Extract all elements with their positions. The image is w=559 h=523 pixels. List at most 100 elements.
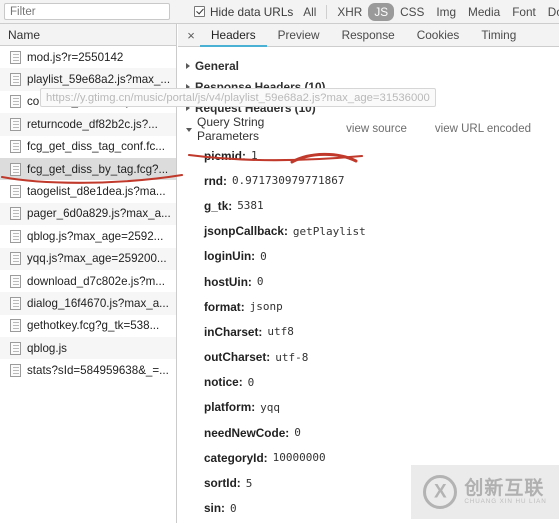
request-row-name: gethotkey.fcg?g_tk=538... [27, 319, 160, 333]
query-parameter-key: format: [204, 299, 245, 314]
tab-response[interactable]: Response [331, 24, 406, 47]
request-row-name: download_d7c802e.js?m... [27, 274, 165, 288]
watermark-logo-icon [423, 475, 458, 509]
section-query-string-parameters[interactable]: Query String Parameters view source view… [186, 115, 559, 143]
query-parameter-key: outCharset: [204, 350, 271, 365]
query-parameter-row[interactable]: platform: yqq [186, 395, 559, 420]
query-parameter-key: jsonpCallback: [204, 224, 288, 239]
hide-data-urls-toggle[interactable]: Hide data URLs [194, 5, 293, 19]
file-icon [10, 296, 21, 310]
query-parameter-value: 0 [247, 375, 255, 389]
request-row[interactable]: fcg_get_diss_tag_conf.fc... [0, 136, 176, 158]
request-row-name: qblog.js?max_age=2592... [27, 229, 164, 243]
query-parameter-key: hostUin: [204, 274, 252, 289]
request-row-name: returncode_df82b2c.js?... [27, 117, 158, 131]
query-parameter-key: categoryId: [204, 450, 268, 465]
query-parameter-row[interactable]: loginUin: 0 [186, 244, 559, 269]
request-row[interactable]: stats?sId=584959638&_=... [0, 359, 176, 381]
query-parameter-key: notice: [204, 375, 243, 390]
url-tooltip: https://y.gtimg.cn/music/portal/js/v4/pl… [40, 88, 436, 107]
query-parameter-value: 0 [229, 501, 237, 515]
type-filter-js[interactable]: JS [368, 2, 395, 21]
query-parameter-value: 0.971730979771867 [231, 174, 345, 188]
chevron-right-icon [186, 62, 190, 69]
request-row[interactable]: qblog.js?max_age=2592... [0, 225, 176, 247]
query-parameter-row[interactable]: g_tk: 5381 [186, 193, 559, 218]
tab-preview[interactable]: Preview [267, 24, 331, 47]
file-icon [10, 50, 21, 64]
query-parameter-value: yqq [260, 400, 280, 414]
file-icon [10, 162, 21, 176]
query-parameter-row[interactable]: jsonpCallback: getPlaylist [186, 219, 559, 244]
query-parameter-row[interactable]: rnd: 0.971730979771867 [186, 168, 559, 193]
query-parameter-key: sortId: [204, 476, 241, 491]
checkbox-icon[interactable] [194, 6, 205, 17]
query-parameter-value: 10000000 [272, 451, 326, 465]
view-url-encoded-link[interactable]: view URL encoded [435, 123, 531, 135]
file-icon [10, 341, 21, 355]
section-general[interactable]: General [186, 55, 559, 76]
query-parameter-row[interactable]: inCharset: utf8 [186, 319, 559, 344]
query-parameter-row[interactable]: notice: 0 [186, 370, 559, 395]
column-header-name: Name [8, 27, 41, 42]
query-parameter-value: 5 [245, 476, 253, 490]
request-row[interactable]: pager_6d0a829.js?max_a... [0, 202, 176, 226]
tab-cookies[interactable]: Cookies [406, 24, 471, 47]
request-row[interactable]: returncode_df82b2c.js?... [0, 113, 176, 136]
hide-data-urls-label: Hide data URLs [210, 4, 294, 19]
request-row-name: fcg_get_diss_by_tag.fcg?... [27, 162, 169, 176]
type-filter-media[interactable]: Media [462, 3, 506, 21]
query-parameter-value: utf-8 [275, 350, 309, 364]
request-row-name: pager_6d0a829.js?max_a... [27, 207, 171, 221]
file-icon [10, 319, 21, 333]
query-parameter-value: 0 [260, 249, 267, 263]
tab-headers[interactable]: Headers [200, 24, 267, 47]
request-row-name: taogelist_d8e1dea.js?ma... [27, 185, 166, 199]
request-row-name: yqq.js?max_age=259200... [27, 252, 167, 266]
query-parameter-key: picmid: [204, 148, 246, 163]
query-parameter-row[interactable]: needNewCode: 0 [186, 420, 559, 445]
query-parameter-value: jsonp [249, 300, 283, 314]
request-row[interactable]: fcg_get_diss_by_tag.fcg?... [0, 157, 176, 181]
file-icon [10, 95, 21, 109]
file-icon [10, 229, 21, 243]
watermark: 创新互联 CHUANG XIN HU LIAN [411, 465, 559, 519]
query-parameter-value: 0 [294, 426, 301, 440]
request-row[interactable]: yqq.js?max_age=259200... [0, 247, 176, 270]
detail-tab-bar: × Headers Preview Response Cookies Timin… [178, 24, 559, 47]
section-query-string-label: Query String Parameters [197, 115, 265, 143]
query-string-actions: view source view URL encoded [346, 123, 559, 135]
query-parameter-row[interactable]: outCharset: utf-8 [186, 345, 559, 370]
request-row[interactable]: mod.js?r=2550142 [0, 46, 176, 68]
type-filter-divider [326, 4, 328, 19]
request-row[interactable]: taogelist_d8e1dea.js?ma... [0, 180, 176, 202]
query-parameter-row[interactable]: picmid: 1 [186, 143, 559, 168]
query-parameter-key: loginUin: [204, 249, 256, 264]
view-source-link[interactable]: view source [346, 123, 407, 135]
query-parameter-row[interactable]: format: jsonp [186, 294, 559, 319]
file-icon [10, 252, 21, 266]
query-parameter-value: 0 [256, 275, 264, 289]
type-filter-img[interactable]: Img [430, 3, 462, 21]
query-parameter-row[interactable]: hostUin: 0 [186, 269, 559, 294]
type-filter-xhr[interactable]: XHR [331, 3, 368, 21]
network-filter-bar: Hide data URLs All XHR JS CSS Img Media … [0, 0, 559, 24]
filter-input[interactable] [4, 3, 170, 20]
close-icon[interactable]: × [182, 29, 200, 42]
type-filter-all[interactable]: All [297, 3, 322, 21]
file-icon [10, 207, 21, 221]
request-row[interactable]: qblog.js [0, 337, 176, 360]
tab-timing[interactable]: Timing [470, 24, 527, 47]
watermark-inner: 创新互联 CHUANG XIN HU LIAN [423, 475, 546, 509]
type-filter-doc[interactable]: Doc [542, 3, 559, 21]
watermark-chinese: 创新互联 [464, 476, 545, 499]
request-row[interactable]: gethotkey.fcg?g_tk=538... [0, 315, 176, 337]
type-filter-css[interactable]: CSS [394, 3, 430, 21]
request-row[interactable]: download_d7c802e.js?m... [0, 270, 176, 292]
resource-type-filters: All XHR JS CSS Img Media Font Doc WS [297, 2, 559, 21]
query-parameter-value: utf8 [267, 325, 294, 339]
query-parameter-key: needNewCode: [204, 425, 290, 440]
request-list-header[interactable]: Name [0, 24, 176, 46]
type-filter-font[interactable]: Font [506, 3, 542, 21]
request-row[interactable]: dialog_16f4670.js?max_a... [0, 292, 176, 315]
